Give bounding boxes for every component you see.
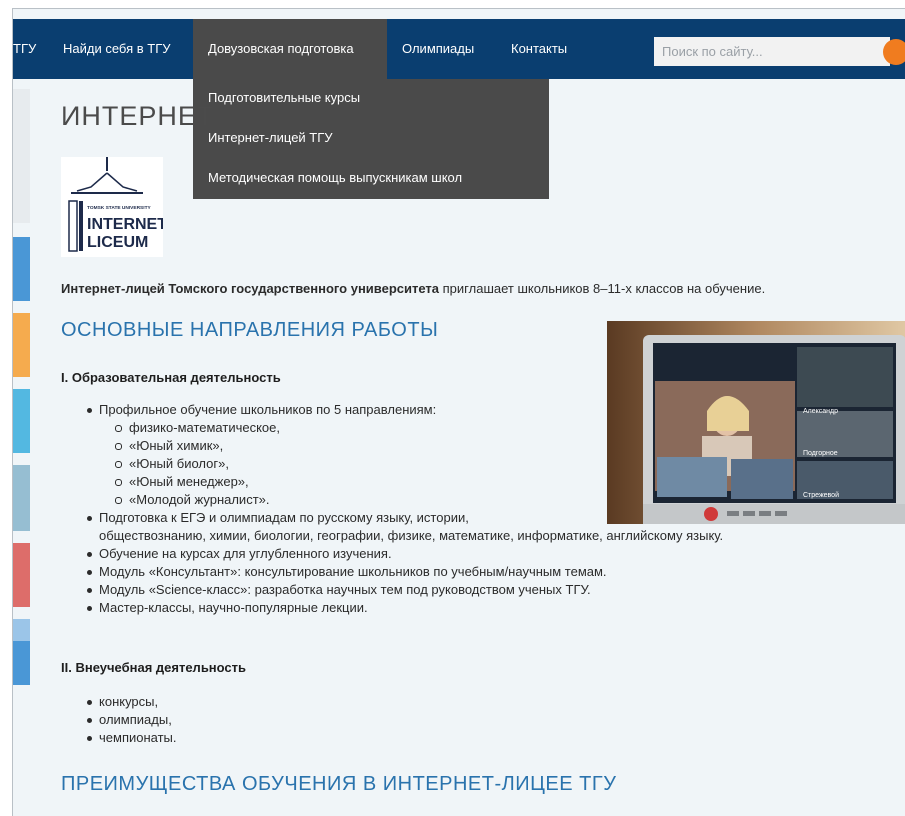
nav-item-pre-university-label: Довузовская подготовка [208,41,354,56]
dropdown-menu-pre-university: Подготовительные курсы Интернет-лицей ТГ… [193,79,549,199]
list-item: конкурсы, [87,693,177,711]
side-tab-cyan[interactable] [13,389,30,453]
section-educational-title: I. Образовательная деятельность [61,370,281,385]
intro-rest: приглашает школьников 8–11-х классов на … [439,281,766,296]
nav-item-tsu[interactable]: ТГУ [13,19,36,79]
photo-label-strezhevoy: Стрежевой [803,491,839,499]
nav-item-pre-university[interactable]: Довузовская подготовка [193,19,387,79]
menu-item-prep-courses[interactable]: Подготовительные курсы [208,90,360,105]
extracurricular-list: конкурсы, олимпиады, чемпионаты. [87,693,177,747]
educational-list: Профильное обучение школьников по 5 напр… [87,401,723,617]
side-tab-red[interactable] [13,543,30,607]
photo-label-podgornoe: Подгорное [803,450,838,457]
side-tab-lightblue[interactable] [13,619,30,641]
nav-item-find-yourself[interactable]: Найди себя в ТГУ [63,19,171,79]
sub-list-item: «Юный менеджер», [87,473,723,491]
list-item: Модуль «Science-класс»: разработка научн… [87,581,723,599]
sub-list-item: «Молодой журналист». [87,491,723,509]
intro-bold: Интернет-лицей Томского государственного… [61,281,440,296]
menu-item-methodical-help[interactable]: Методическая помощь выпускникам школ [208,170,462,185]
page-title: ИНТЕРНЕТ [61,101,215,131]
heading-advantages: ПРЕИМУЩЕСТВА ОБУЧЕНИЯ В ИНТЕРНЕТ-ЛИЦЕЕ Т… [61,773,617,795]
side-tab-blue-2[interactable] [13,641,30,685]
side-tab-gray[interactable] [13,89,30,223]
internet-liceum-logo: TOMSK STATE UNIVERSITY INTERNET LICEUM [61,157,167,257]
list-item: чемпионаты. [87,729,177,747]
sub-list-item: «Юный биолог», [87,455,723,473]
list-item: Мастер-классы, научно-популярные лекции. [87,599,723,617]
side-tab-steel[interactable] [13,465,30,531]
menu-item-internet-liceum[interactable]: Интернет-лицей ТГУ [208,130,333,145]
browser-viewport: ТГУ Найди себя в ТГУ Довузовская подгото… [12,8,905,816]
list-item: Обучение на курсах для углубленного изуч… [87,545,723,563]
section-extracurricular-title: II. Внеучебная деятельность [61,660,247,675]
list-item: олимпиады, [87,711,177,729]
logo-caption-internet: INTERNET [87,216,163,233]
list-item: Подготовка к ЕГЭ и олимпиадам по русском… [87,509,723,527]
heading-directions: ОСНОВНЫЕ НАПРАВЛЕНИЯ РАБОТЫ [61,319,439,341]
nav-item-olympiads[interactable]: Олимпиады [402,19,474,79]
photo-label-aleksandr: Александр [803,408,838,415]
sub-list-item: физико-математическое, [87,419,723,437]
logo-caption-university: TOMSK STATE UNIVERSITY [87,205,151,211]
list-item: Профильное обучение школьников по 5 напр… [87,401,723,419]
nav-item-contacts[interactable]: Контакты [511,19,567,79]
intro-paragraph: Интернет-лицей Томского государственного… [61,281,765,296]
logo-caption-liceum: LICEUM [87,234,148,251]
sub-list-item: «Юный химик», [87,437,723,455]
search-input[interactable] [654,37,890,66]
search-icon[interactable] [883,39,905,65]
liceum-building-icon: TOMSK STATE UNIVERSITY INTERNET LICEUM [68,157,167,252]
list-item: Модуль «Консультант»: консультирование ш… [87,563,723,581]
list-item-continuation: обществознанию, химии, биологии, географ… [99,528,724,543]
top-navbar: ТГУ Найди себя в ТГУ Довузовская подгото… [13,19,905,79]
side-tab-orange[interactable] [13,313,30,377]
side-tab-blue[interactable] [13,237,30,301]
